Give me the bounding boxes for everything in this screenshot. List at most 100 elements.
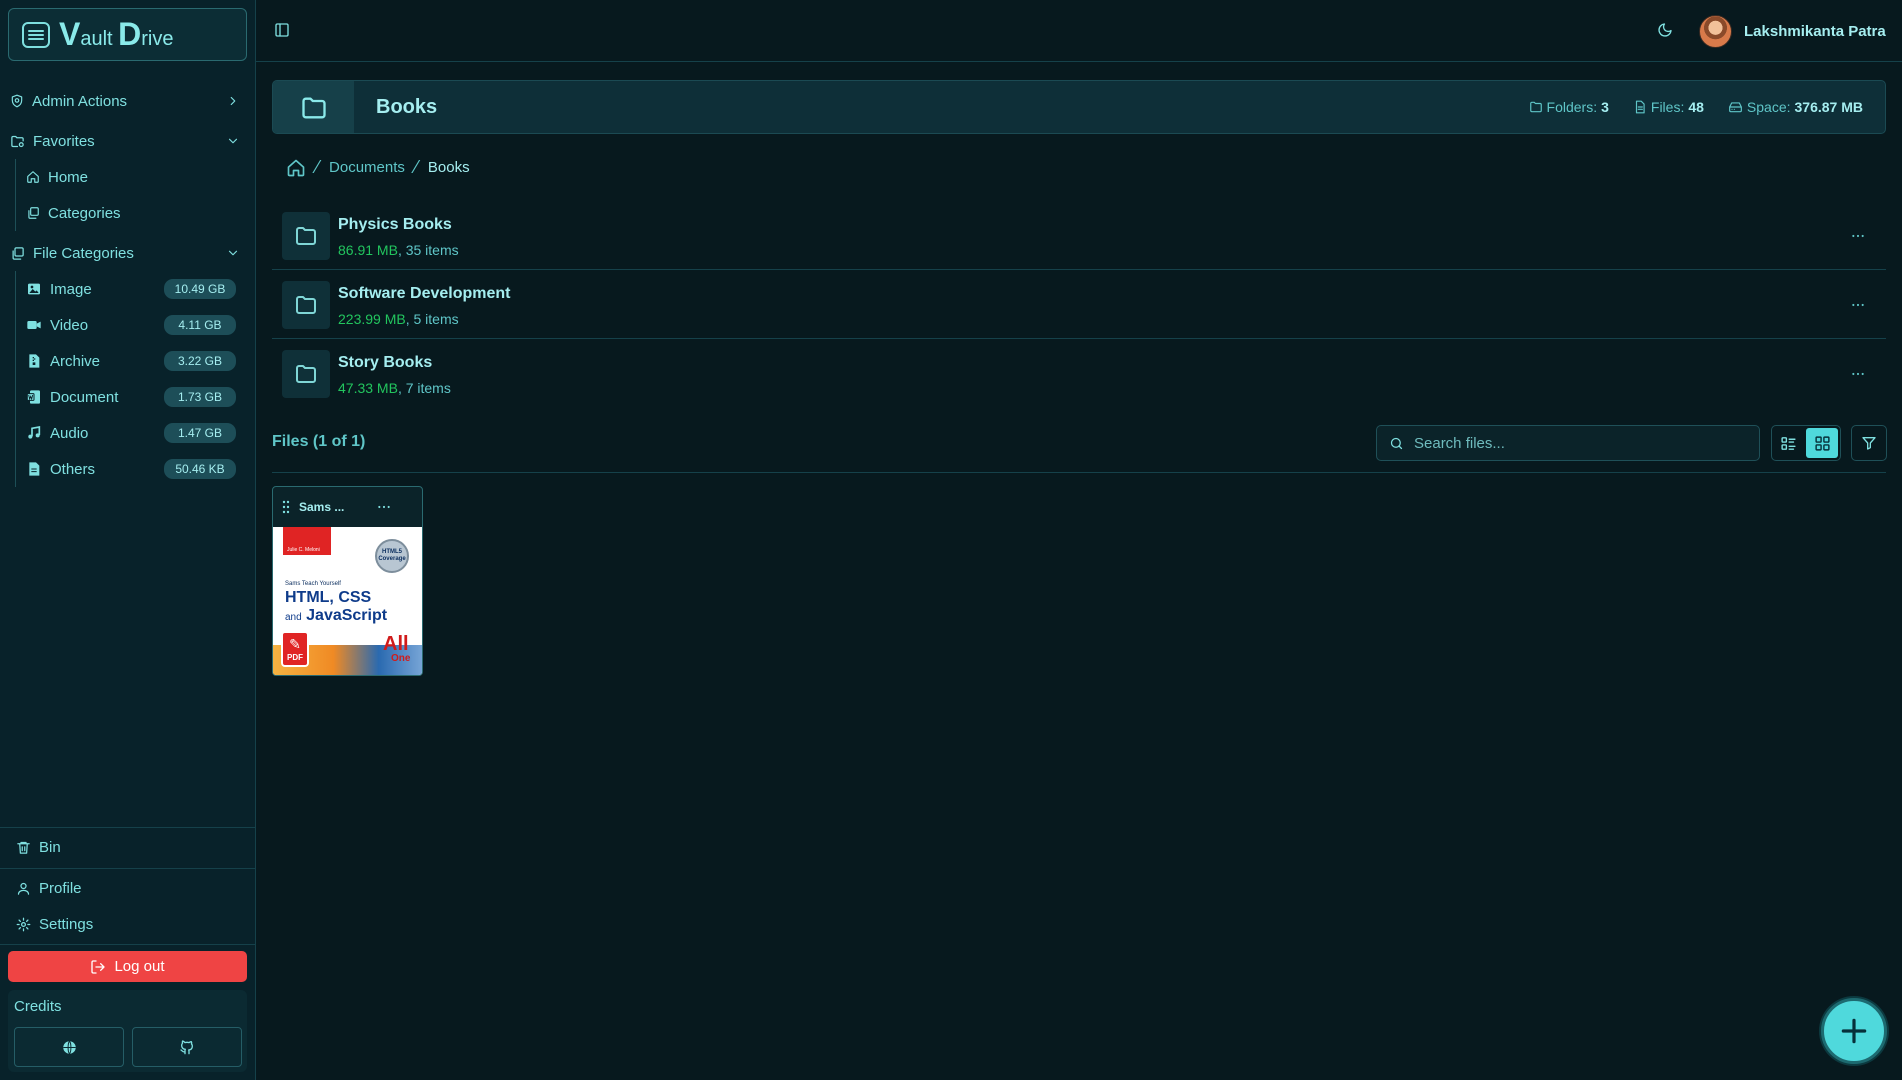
top-bar: Lakshmikanta Patra: [256, 0, 1902, 62]
folder-meta: 86.91 MB, 35 items: [338, 242, 459, 258]
theme-toggle-moon-icon[interactable]: [1657, 22, 1673, 38]
category-label: Audio: [50, 424, 89, 442]
cover-seal: HTML5 Coverage: [375, 539, 409, 573]
file-icon: [26, 461, 42, 477]
category-size-badge: 4.11 GB: [164, 315, 236, 335]
folder-name: Story Books: [338, 354, 433, 371]
credits-title: Credits: [14, 998, 62, 1015]
video-icon: [26, 317, 42, 333]
trash-icon: [16, 840, 31, 855]
pdf-icon: ✎ PDF: [281, 631, 309, 667]
list-view-button[interactable]: [1772, 426, 1804, 460]
folder-row[interactable]: Physics Books 86.91 MB, 35 items: [272, 202, 1886, 270]
cover-title-line1: HTML, CSS: [285, 589, 372, 606]
breadcrumb: ⁄ Documents ⁄ Books: [286, 157, 470, 178]
folders-count-label: Folders:: [1546, 99, 1598, 115]
favorites-group: Favorites Home Categories: [0, 123, 256, 231]
file-categories-icon: [10, 246, 25, 261]
account-nav: Profile Settings: [0, 870, 256, 942]
admin-actions-toggle[interactable]: Admin Actions: [0, 83, 256, 119]
audio-icon: [26, 425, 42, 441]
files-count-value: 48: [1688, 99, 1704, 115]
space-value: 376.87 MB: [1794, 99, 1863, 115]
folder-size: 47.33 MB: [338, 380, 398, 396]
breadcrumb-separator: ⁄: [414, 157, 418, 177]
avatar: [1699, 15, 1732, 48]
category-size-badge: 3.22 GB: [164, 351, 236, 371]
pdf-label: PDF: [287, 653, 303, 662]
folder-item-count: , 5 items: [405, 311, 459, 327]
folder-row[interactable]: Software Development 223.99 MB, 5 items: [272, 271, 1886, 339]
favorites-toggle[interactable]: Favorites: [0, 123, 256, 159]
sidebar-divider: [0, 868, 256, 869]
grid-view-button[interactable]: [1806, 428, 1838, 458]
website-credit-button[interactable]: [14, 1027, 124, 1067]
file-card[interactable]: Sams ... Julie C. Meloni HTML5 Coverage …: [272, 486, 423, 676]
category-label: Others: [50, 460, 96, 478]
favorites-list: Home Categories: [15, 159, 256, 231]
sidebar-item-home[interactable]: Home: [26, 159, 256, 195]
file-card-header: Sams ...: [273, 487, 422, 527]
files-count-label: Files:: [1650, 99, 1685, 115]
logout-button[interactable]: Log out: [8, 951, 247, 982]
breadcrumb-separator: ⁄: [316, 157, 320, 177]
sidebar-item-categories[interactable]: Categories: [26, 195, 256, 231]
sidebar-item-profile[interactable]: Profile: [0, 870, 256, 906]
file-categories-list: Image 10.49 GB Video 4.11 GB Archive 3.2…: [15, 271, 256, 487]
category-audio[interactable]: Audio 1.47 GB: [26, 415, 256, 451]
category-others[interactable]: Others 50.46 KB: [26, 451, 256, 487]
more-horizontal-icon[interactable]: [1850, 366, 1866, 382]
breadcrumb-item[interactable]: Documents: [329, 159, 405, 176]
view-toggle: [1771, 425, 1841, 461]
category-size-badge: 50.46 KB: [164, 459, 236, 479]
user-menu[interactable]: Lakshmikanta Patra: [1699, 15, 1886, 48]
settings-label: Settings: [39, 915, 94, 933]
folder-icon: [282, 281, 330, 329]
category-label: Archive: [50, 352, 101, 370]
file-thumbnail[interactable]: Julie C. Meloni HTML5 Coverage Sams Teac…: [273, 527, 422, 675]
folder-size: 86.91 MB: [338, 242, 398, 258]
archive-icon: [26, 353, 42, 369]
github-credit-button[interactable]: [132, 1027, 242, 1067]
sidebar-item-bin[interactable]: Bin: [0, 829, 256, 865]
sidebar-divider: [0, 944, 256, 945]
folder-icon: [299, 94, 329, 122]
cover-series: Sams Teach Yourself: [285, 581, 341, 587]
cover-seal-line2: Coverage: [378, 556, 406, 562]
search-input[interactable]: [1414, 434, 1734, 452]
sidebar-item-label: Home: [48, 168, 89, 186]
folder-icon: [1529, 100, 1543, 114]
image-icon: [26, 281, 42, 297]
folder-meta: 223.99 MB, 5 items: [338, 311, 459, 327]
folders-count: Folders: 3: [1529, 99, 1609, 115]
category-image[interactable]: Image 10.49 GB: [26, 271, 256, 307]
folder-stats: Folders: 3 Files: 48 Space: 376.87 MB: [1529, 99, 1863, 115]
filter-button[interactable]: [1851, 425, 1887, 461]
folder-star-icon: [10, 134, 25, 149]
app-logo[interactable]: Vault Drive: [8, 8, 247, 61]
category-document[interactable]: Document 1.73 GB: [26, 379, 256, 415]
file-categories-toggle[interactable]: File Categories: [0, 235, 256, 271]
more-horizontal-icon[interactable]: [1850, 228, 1866, 244]
drag-handle-icon[interactable]: [281, 500, 291, 514]
add-button[interactable]: [1821, 998, 1887, 1064]
search-icon: [1389, 436, 1404, 451]
category-size-badge: 10.49 GB: [164, 279, 236, 299]
plus-icon: [1838, 1015, 1870, 1047]
cover-author: Julie C. Meloni: [287, 547, 320, 553]
logout-icon: [90, 959, 106, 975]
sidebar-toggle-button[interactable]: [274, 22, 290, 38]
file-categories-label: File Categories: [33, 244, 134, 262]
filter-icon: [1861, 435, 1877, 451]
folder-row[interactable]: Story Books 47.33 MB, 7 items: [272, 340, 1886, 408]
category-video[interactable]: Video 4.11 GB: [26, 307, 256, 343]
sidebar-item-settings[interactable]: Settings: [0, 906, 256, 942]
admin-actions-group: Admin Actions: [0, 83, 256, 119]
category-label: Video: [50, 316, 89, 334]
github-icon: [179, 1039, 195, 1055]
category-archive[interactable]: Archive 3.22 GB: [26, 343, 256, 379]
folder-name: Software Development: [338, 285, 511, 302]
home-icon[interactable]: [286, 158, 306, 178]
more-horizontal-icon[interactable]: [376, 499, 392, 515]
more-horizontal-icon[interactable]: [1850, 297, 1866, 313]
